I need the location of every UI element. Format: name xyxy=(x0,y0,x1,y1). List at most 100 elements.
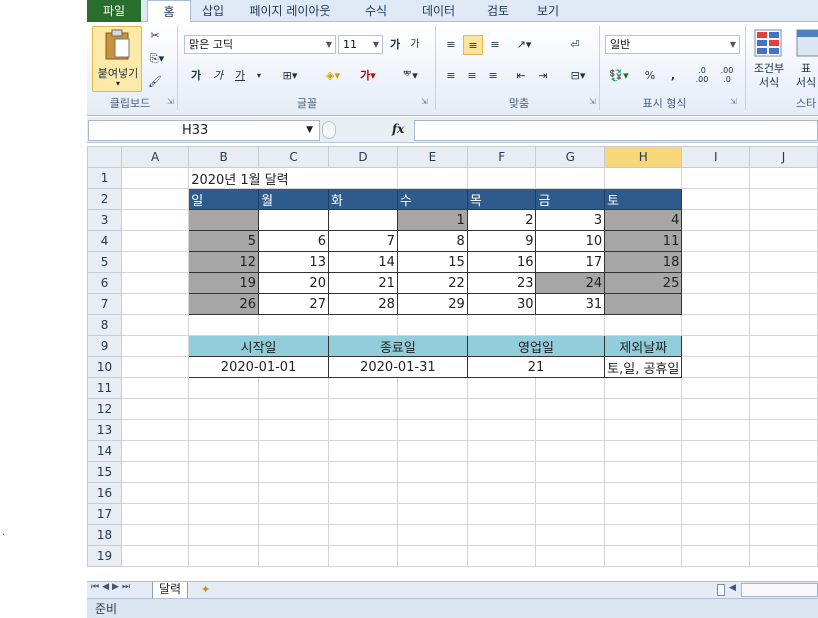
row-header[interactable]: 5 xyxy=(87,251,123,273)
cell-c6[interactable]: 20 xyxy=(258,272,329,294)
cell-i5[interactable] xyxy=(681,251,751,273)
cell-j15[interactable] xyxy=(749,461,818,483)
cell-h16[interactable] xyxy=(604,482,683,504)
font-launcher-icon[interactable]: ⇲ xyxy=(421,97,428,106)
cell-i13[interactable] xyxy=(681,419,751,441)
cell-j18[interactable] xyxy=(749,524,818,546)
cell-g14[interactable] xyxy=(535,440,606,462)
tab-formulas[interactable]: 수식 xyxy=(355,0,397,22)
cell-e8[interactable] xyxy=(396,314,468,336)
cell-a1[interactable] xyxy=(121,167,190,189)
cell-b6[interactable]: 19 xyxy=(188,272,260,294)
tab-insert[interactable]: 삽입 xyxy=(192,0,234,22)
cell-c18[interactable] xyxy=(258,524,329,546)
cell-a5[interactable] xyxy=(121,251,190,273)
info-header-0[interactable]: 시작일 xyxy=(188,335,329,357)
merge-center-icon[interactable]: ⊟▾ xyxy=(565,66,591,86)
cell-g16[interactable] xyxy=(535,482,606,504)
cell-e5[interactable]: 15 xyxy=(396,251,468,273)
cell-i2[interactable] xyxy=(681,188,751,210)
row-header[interactable]: 1 xyxy=(87,167,123,189)
cell-h1[interactable] xyxy=(604,167,683,189)
row-header[interactable]: 4 xyxy=(87,230,123,252)
cell-a3[interactable] xyxy=(121,209,190,231)
chevron-down-icon[interactable]: ▼ xyxy=(306,121,313,140)
cell-c8[interactable] xyxy=(258,314,329,336)
cell-h4[interactable]: 11 xyxy=(604,230,683,252)
cell-a10[interactable] xyxy=(121,356,190,378)
cell-a14[interactable] xyxy=(121,440,190,462)
cell-j10[interactable] xyxy=(749,356,818,378)
cell-h17[interactable] xyxy=(604,503,683,525)
cell-b7[interactable]: 26 xyxy=(188,293,260,315)
cell-g19[interactable] xyxy=(535,545,606,567)
cell-e16[interactable] xyxy=(396,482,468,504)
row-header[interactable]: 13 xyxy=(87,419,123,441)
cell-a2[interactable] xyxy=(121,188,190,210)
cell-e11[interactable] xyxy=(396,377,468,399)
cell-j19[interactable] xyxy=(749,545,818,567)
cell-d16[interactable] xyxy=(327,482,398,504)
row-header[interactable]: 18 xyxy=(87,524,123,546)
column-header-d[interactable]: D xyxy=(327,146,398,168)
cell-d4[interactable]: 7 xyxy=(327,230,398,252)
align-top-icon[interactable]: ≡ xyxy=(442,35,460,55)
cell-e6[interactable]: 22 xyxy=(396,272,468,294)
cell-c2[interactable]: 월 xyxy=(258,188,329,210)
cell-b17[interactable] xyxy=(188,503,260,525)
tab-review[interactable]: 검토 xyxy=(477,0,519,22)
cell-c15[interactable] xyxy=(258,461,329,483)
cell-c5[interactable]: 13 xyxy=(258,251,329,273)
cell-d12[interactable] xyxy=(327,398,398,420)
hscroll-splitter[interactable] xyxy=(717,584,725,596)
cell-d7[interactable]: 28 xyxy=(327,293,398,315)
cell-j5[interactable] xyxy=(749,251,818,273)
cell-h12[interactable] xyxy=(604,398,683,420)
format-painter-icon[interactable]: 🖌 xyxy=(145,72,165,92)
cell-g4[interactable]: 10 xyxy=(535,230,606,252)
insert-function-button[interactable]: fx xyxy=(392,122,404,136)
cell-i6[interactable] xyxy=(681,272,751,294)
wrap-text-icon[interactable]: ⏎ xyxy=(565,35,585,55)
cell-e12[interactable] xyxy=(396,398,468,420)
cell-i10[interactable] xyxy=(681,356,751,378)
cell-j9[interactable] xyxy=(749,335,818,357)
cell-d15[interactable] xyxy=(327,461,398,483)
cell-g13[interactable] xyxy=(535,419,606,441)
tab-home[interactable]: 홈 xyxy=(147,0,191,24)
cell-b4[interactable]: 5 xyxy=(188,230,260,252)
cell-d18[interactable] xyxy=(327,524,398,546)
cell-c11[interactable] xyxy=(258,377,329,399)
cell-i8[interactable] xyxy=(681,314,751,336)
cell-e1[interactable] xyxy=(396,167,468,189)
cell-h8[interactable] xyxy=(604,314,683,336)
scroll-left-icon[interactable]: ◀ xyxy=(729,583,736,593)
cell-c3[interactable] xyxy=(258,209,329,231)
cell-b15[interactable] xyxy=(188,461,260,483)
tab-view[interactable]: 보기 xyxy=(527,0,569,22)
phonetic-icon[interactable]: ᄬ▾ xyxy=(395,66,425,86)
cell-c16[interactable] xyxy=(258,482,329,504)
cell-a8[interactable] xyxy=(121,314,190,336)
info-value-0[interactable]: 2020-01-01 xyxy=(188,356,329,378)
cell-g1[interactable] xyxy=(535,167,606,189)
comma-button[interactable]: , xyxy=(665,66,681,86)
cell-d13[interactable] xyxy=(327,419,398,441)
cell-g7[interactable]: 31 xyxy=(535,293,606,315)
cell-f15[interactable] xyxy=(466,461,537,483)
cell-j13[interactable] xyxy=(749,419,818,441)
italic-button[interactable]: 가 xyxy=(209,66,227,86)
cell-e15[interactable] xyxy=(396,461,468,483)
tab-page-layout[interactable]: 페이지 레이아웃 xyxy=(240,0,340,22)
bold-button[interactable]: 가 xyxy=(187,66,205,86)
cell-c14[interactable] xyxy=(258,440,329,462)
cell-a11[interactable] xyxy=(121,377,190,399)
cell-d14[interactable] xyxy=(327,440,398,462)
cell-g17[interactable] xyxy=(535,503,606,525)
cell-g18[interactable] xyxy=(535,524,606,546)
number-launcher-icon[interactable]: ⇲ xyxy=(730,97,737,106)
row-header[interactable]: 9 xyxy=(87,335,123,357)
cell-i19[interactable] xyxy=(681,545,751,567)
cell-j17[interactable] xyxy=(749,503,818,525)
cell-d8[interactable] xyxy=(327,314,398,336)
